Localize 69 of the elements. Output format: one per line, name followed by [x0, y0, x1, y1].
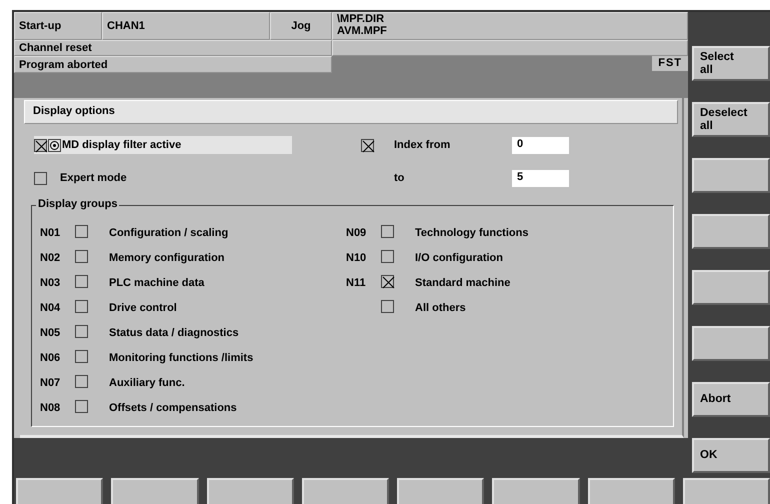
softkey-button[interactable] [397, 478, 484, 504]
program-status: Program aborted [14, 56, 332, 74]
softkey-button[interactable]: OK [692, 438, 770, 473]
softkey-button[interactable] [692, 158, 770, 193]
checkbox[interactable] [381, 224, 394, 238]
checkbox[interactable] [361, 138, 374, 152]
group-label: Auxiliary func. [109, 376, 185, 390]
input-field[interactable]: 5 [512, 170, 569, 187]
checkbox[interactable] [34, 138, 47, 152]
group-label: Standard machine [415, 276, 510, 290]
filter-icon [48, 138, 61, 152]
group-code: N10 [345, 252, 368, 264]
softkey-button[interactable]: Deselect all [692, 102, 770, 137]
option-label: to [394, 172, 406, 185]
channel-status: Channel reset [14, 40, 332, 56]
softkey-button[interactable] [302, 478, 389, 504]
softkey-button[interactable] [692, 270, 770, 305]
checkbox[interactable] [75, 374, 88, 388]
group-label: Monitoring functions /limits [109, 352, 254, 364]
softkey-button[interactable] [692, 214, 770, 249]
checkbox[interactable] [75, 274, 88, 288]
group-label: Drive control [109, 302, 177, 314]
checkbox[interactable] [75, 250, 88, 263]
program-path: \MPF.DIR AVM.MPF [332, 12, 688, 40]
checkbox[interactable] [75, 224, 88, 238]
option-label: Expert mode [60, 172, 127, 185]
channel-label: CHAN1 [102, 12, 270, 40]
group-label: PLC machine data [109, 276, 204, 290]
group-code: N06 [39, 352, 62, 364]
softkey-button[interactable]: Abort [692, 382, 770, 417]
group-label: All others [415, 302, 466, 314]
group-label: Offsets / compensations [109, 402, 237, 414]
input-field[interactable]: 0 [512, 136, 569, 154]
group-code: N11 [345, 276, 367, 290]
group-label: Configuration / scaling [109, 226, 228, 240]
checkbox[interactable] [75, 324, 88, 338]
group-code: N03 [39, 276, 62, 290]
group-label: Status data / diagnostics [109, 326, 239, 340]
group-title: Display groups [36, 198, 120, 212]
status-indicator: FST [652, 56, 688, 72]
softkey-button[interactable] [206, 478, 294, 504]
mode-label: Start-up [14, 12, 102, 40]
checkbox[interactable] [75, 400, 88, 413]
group-code: N08 [39, 402, 62, 414]
softkey-button[interactable] [692, 326, 770, 361]
group-code: N09 [345, 226, 368, 240]
group-label: I/O configuration [415, 252, 503, 264]
option-label: MD display filter active [62, 139, 182, 152]
checkbox[interactable] [381, 300, 394, 313]
checkbox[interactable] [381, 250, 394, 263]
group-label: Memory configuration [109, 252, 225, 264]
checkbox[interactable] [34, 172, 47, 185]
group-code: N04 [39, 302, 62, 314]
softkey-button[interactable] [682, 478, 770, 504]
softkey-button[interactable] [16, 478, 104, 504]
group-code: N05 [39, 326, 62, 340]
option-row[interactable]: MD display filter active [34, 136, 292, 154]
checkbox[interactable] [75, 300, 88, 313]
checkbox[interactable] [381, 274, 394, 288]
dialog-title: Display options [24, 100, 678, 124]
softkey-button[interactable] [588, 478, 675, 504]
operating-mode-label: Jog [270, 12, 332, 40]
group-code: N02 [39, 252, 62, 264]
checkbox[interactable] [75, 350, 88, 363]
option-label: Index from [394, 139, 452, 152]
softkey-button[interactable]: Select all [692, 46, 770, 81]
group-code: N07 [39, 376, 62, 390]
group-code: N01 [39, 226, 62, 240]
group-label: Technology functions [415, 226, 528, 240]
